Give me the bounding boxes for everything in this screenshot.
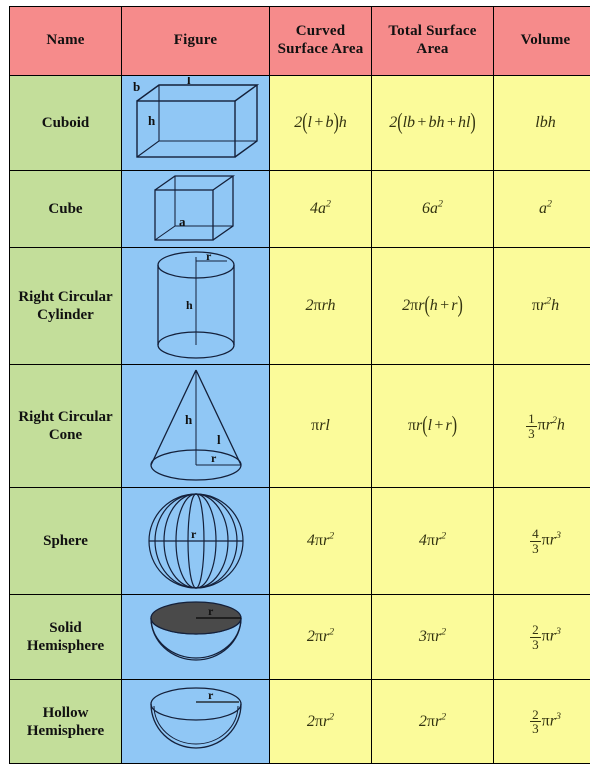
- tsa-cube: 6a2: [372, 171, 494, 248]
- header-row: Name Figure Curved Surface Area Total Su…: [10, 7, 590, 76]
- tsa-cuboid: 2(lb + bh + hl): [372, 76, 494, 171]
- cube-figure: a: [122, 172, 269, 246]
- column-header-volume: Volume: [494, 7, 590, 76]
- column-header-total-surface-area: Total Surface Area: [372, 7, 494, 76]
- solid-hemisphere-label-r: r: [208, 604, 214, 618]
- table-row: Hollow Hemisphere r 2πr2: [10, 680, 590, 764]
- table-row: Solid Hemisphere r 2πr2 3πr2: [10, 595, 590, 680]
- csa-cube: 4a2: [270, 171, 372, 248]
- table-body: Cuboid b l h: [10, 76, 590, 764]
- column-header-name: Name: [10, 7, 122, 76]
- volume-cone: 13πr2h: [494, 365, 590, 488]
- figure-cell-hollow-hemisphere: r: [122, 680, 270, 764]
- cone-label-r: r: [211, 451, 217, 465]
- table-row: Right Circular Cone h l: [10, 365, 590, 488]
- tsa-solid-hemisphere: 3πr2: [372, 595, 494, 680]
- column-header-figure: Figure: [122, 7, 270, 76]
- csa-sphere: 4πr2: [270, 488, 372, 595]
- figure-cell-cube: a: [122, 171, 270, 248]
- figure-cell-cone: h l r: [122, 365, 270, 488]
- csa-cylinder: 2πrh: [270, 248, 372, 365]
- csa-cuboid: 2(l + b)h: [270, 76, 372, 171]
- mensuration-formula-table: Name Figure Curved Surface Area Total Su…: [9, 6, 590, 764]
- shape-name-cylinder: Right Circular Cylinder: [10, 248, 122, 365]
- tsa-sphere: 4πr2: [372, 488, 494, 595]
- volume-cylinder: πr2h: [494, 248, 590, 365]
- csa-cone: πrl: [270, 365, 372, 488]
- tsa-cone: πr(l + r): [372, 365, 494, 488]
- cuboid-label-b: b: [133, 79, 140, 94]
- shape-name-hollow-hemisphere: Hollow Hemisphere: [10, 680, 122, 764]
- figure-cell-sphere: r: [122, 488, 270, 595]
- table-header: Name Figure Curved Surface Area Total Su…: [10, 7, 590, 76]
- sphere-label-r: r: [191, 527, 197, 541]
- cuboid-figure: b l h: [122, 77, 269, 169]
- figure-cell-cuboid: b l h: [122, 76, 270, 171]
- shape-name-sphere: Sphere: [10, 488, 122, 595]
- cone-label-h: h: [185, 412, 193, 427]
- cylinder-label-r: r: [206, 249, 212, 263]
- volume-cuboid: lbh: [494, 76, 590, 171]
- volume-cube: a2: [494, 171, 590, 248]
- figure-cell-solid-hemisphere: r: [122, 595, 270, 680]
- cuboid-label-h: h: [148, 113, 156, 128]
- hollow-hemisphere-label-r: r: [208, 688, 214, 702]
- cone-figure: h l r: [122, 366, 269, 486]
- csa-hollow-hemisphere: 2πr2: [270, 680, 372, 764]
- table-row: Cuboid b l h: [10, 76, 590, 171]
- table-row: Cube a 4a2: [10, 171, 590, 248]
- cylinder-figure: r h: [122, 249, 269, 363]
- shape-name-solid-hemisphere: Solid Hemisphere: [10, 595, 122, 680]
- volume-hollow-hemisphere: 23πr3: [494, 680, 590, 764]
- cube-label-a: a: [179, 214, 186, 229]
- csa-solid-hemisphere: 2πr2: [270, 595, 372, 680]
- shape-name-cube: Cube: [10, 171, 122, 248]
- solid-hemisphere-figure: r: [122, 596, 269, 678]
- hollow-hemisphere-figure: r: [122, 682, 269, 762]
- volume-solid-hemisphere: 23πr3: [494, 595, 590, 680]
- column-header-curved-surface-area: Curved Surface Area: [270, 7, 372, 76]
- tsa-cylinder: 2πr(h + r): [372, 248, 494, 365]
- cylinder-label-h: h: [186, 298, 193, 312]
- cone-label-l: l: [217, 432, 221, 447]
- figure-cell-cylinder: r h: [122, 248, 270, 365]
- sphere-figure: r: [122, 489, 269, 593]
- shape-name-cuboid: Cuboid: [10, 76, 122, 171]
- tsa-hollow-hemisphere: 2πr2: [372, 680, 494, 764]
- cuboid-label-l: l: [187, 77, 191, 87]
- shape-name-cone: Right Circular Cone: [10, 365, 122, 488]
- table-row: Sphere r: [10, 488, 590, 595]
- volume-sphere: 43πr3: [494, 488, 590, 595]
- table-row: Right Circular Cylinder: [10, 248, 590, 365]
